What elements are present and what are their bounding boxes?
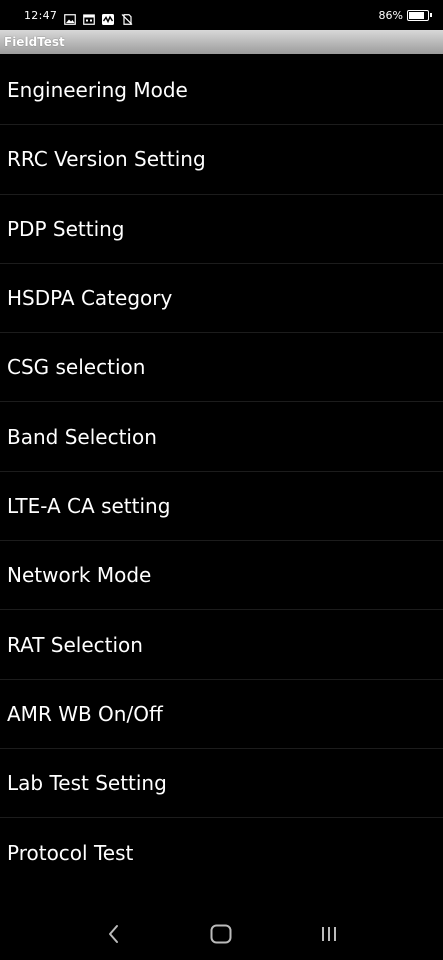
menu-item-label: CSG selection xyxy=(7,355,146,380)
recents-button[interactable] xyxy=(309,914,349,954)
page-title: FieldTest xyxy=(4,35,65,49)
menu-item-hsdpa-category[interactable]: HSDPA Category xyxy=(0,264,443,334)
title-bar: FieldTest xyxy=(0,30,443,54)
menu-item-csg-selection[interactable]: CSG selection xyxy=(0,333,443,403)
menu-item-rrc-version-setting[interactable]: RRC Version Setting xyxy=(0,125,443,195)
menu-item-label: Protocol Test xyxy=(7,840,134,865)
activity-icon xyxy=(102,10,115,25)
menu-item-label: Lab Test Setting xyxy=(7,771,167,796)
menu-item-label: HSDPA Category xyxy=(7,286,173,311)
recents-icon xyxy=(322,927,337,941)
home-button[interactable] xyxy=(201,914,241,954)
menu-item-label: RRC Version Setting xyxy=(7,147,206,172)
back-icon xyxy=(108,925,118,943)
status-right: 86% xyxy=(378,8,432,22)
menu-item-amr-wb-on-off[interactable]: AMR WB On/Off xyxy=(0,680,443,749)
battery-percent: 86% xyxy=(378,8,403,22)
menu-item-network-mode[interactable]: Network Mode xyxy=(0,541,443,611)
menu-item-label: AMR WB On/Off xyxy=(7,701,163,726)
menu-item-label: Engineering Mode xyxy=(7,78,188,103)
battery-level xyxy=(409,11,425,19)
menu-list: Engineering Mode RRC Version Setting PDP… xyxy=(0,56,443,888)
menu-item-rat-selection[interactable]: RAT Selection xyxy=(0,610,443,680)
image-icon xyxy=(64,10,77,25)
menu-item-engineering-mode[interactable]: Engineering Mode xyxy=(0,56,443,126)
menu-item-label: LTE-A CA setting xyxy=(7,493,171,518)
status-left: 12:47 xyxy=(24,8,133,25)
menu-item-lab-test-setting[interactable]: Lab Test Setting xyxy=(0,749,443,819)
menu-item-lte-a-ca-setting[interactable]: LTE-A CA setting xyxy=(0,472,443,542)
menu-item-label: Band Selection xyxy=(7,424,157,449)
menu-item-band-selection[interactable]: Band Selection xyxy=(0,402,443,472)
menu-item-label: PDP Setting xyxy=(7,216,125,241)
calendar-icon xyxy=(83,10,96,25)
battery-icon xyxy=(407,9,432,21)
menu-item-protocol-test[interactable]: Protocol Test xyxy=(0,818,443,887)
back-button[interactable] xyxy=(94,914,134,954)
menu-item-label: RAT Selection xyxy=(7,632,143,657)
status-time: 12:47 xyxy=(24,8,58,22)
menu-item-label: Network Mode xyxy=(7,563,152,588)
navigation-bar xyxy=(0,908,443,960)
menu-item-pdp-setting[interactable]: PDP Setting xyxy=(0,195,443,264)
no-sim-icon xyxy=(121,10,133,25)
status-bar: 12:47 86% xyxy=(0,0,443,30)
home-icon xyxy=(210,924,232,944)
